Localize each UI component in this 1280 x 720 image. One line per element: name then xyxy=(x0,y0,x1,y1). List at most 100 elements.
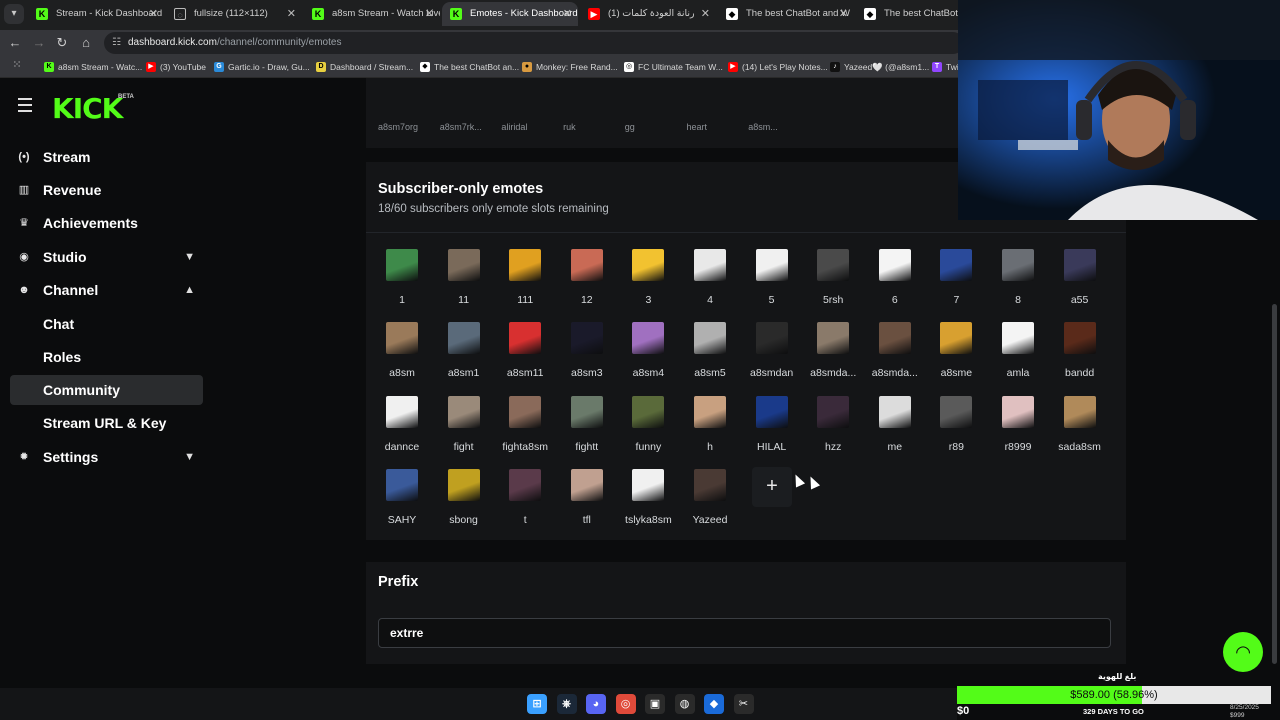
emote-item[interactable]: a8sm11 xyxy=(494,320,556,390)
browser-tab[interactable]: ◆ The best ChatBot and W ✕ xyxy=(718,2,854,26)
emote-item[interactable]: fight xyxy=(433,394,495,464)
emote-item[interactable]: sbong xyxy=(433,467,495,537)
emote-item[interactable]: tfl xyxy=(556,467,618,537)
emote-item[interactable]: fightt xyxy=(556,394,618,464)
emote-item[interactable]: 12 xyxy=(556,247,618,317)
close-tab-icon[interactable]: ✕ xyxy=(425,2,434,26)
support-chat-icon[interactable]: ◠ xyxy=(1223,632,1263,672)
kick-logo[interactable]: KICK xyxy=(52,92,123,125)
site-info-icon[interactable]: ☷ xyxy=(112,32,121,54)
sidebar-item-community[interactable]: Community xyxy=(10,375,203,405)
emote-item[interactable]: 11 xyxy=(433,247,495,317)
home-icon[interactable]: ⌂ xyxy=(77,34,95,52)
capture-icon[interactable]: ▣ xyxy=(645,694,665,714)
apps-grid-icon[interactable]: ⁙ xyxy=(8,56,26,74)
close-tab-icon[interactable]: ✕ xyxy=(701,2,710,26)
sidebar-item-revenue[interactable]: ▥ Revenue xyxy=(10,175,203,205)
discord-icon[interactable]: ◕ xyxy=(586,694,606,714)
close-tab-icon[interactable]: ✕ xyxy=(839,2,848,26)
page-scrollbar[interactable] xyxy=(1272,304,1277,664)
browser-tab[interactable]: ◌ fullsize (112×112) ✕ xyxy=(166,2,302,26)
emote-item[interactable]: me xyxy=(864,394,926,464)
bookmark-item[interactable]: ▶ (3) YouTube xyxy=(146,59,206,75)
emote-item[interactable]: r8999 xyxy=(987,394,1049,464)
emote-item[interactable]: a8smda... xyxy=(864,320,926,390)
emote-item[interactable]: a55 xyxy=(1049,247,1111,317)
back-icon[interactable]: ← xyxy=(6,34,24,52)
windows-icon[interactable]: ⊞ xyxy=(527,694,547,714)
emote-item[interactable]: 5 xyxy=(741,247,803,317)
emote-item[interactable]: r89 xyxy=(925,394,987,464)
bookmark-item[interactable]: ▶ (14) Let's Play Notes... xyxy=(728,59,828,75)
reload-icon[interactable]: ↻ xyxy=(53,34,71,52)
close-tab-icon[interactable]: ✕ xyxy=(287,2,296,26)
sidebar-item-studio[interactable]: ◉ Studio ▼ xyxy=(10,242,203,272)
emote-item[interactable]: 111 xyxy=(494,247,556,317)
emote-item[interactable]: amla xyxy=(987,320,1049,390)
emote-item[interactable]: a8sme xyxy=(925,320,987,390)
close-tab-icon[interactable]: ✕ xyxy=(563,2,572,26)
emote-item[interactable]: 6 xyxy=(864,247,926,317)
address-bar[interactable]: ☷ dashboard.kick.com/channel/community/e… xyxy=(104,32,964,54)
emote-item[interactable]: 7 xyxy=(925,247,987,317)
emote-item[interactable]: a8sm xyxy=(371,320,433,390)
browser-tab[interactable]: ◆ The best ChatBot and xyxy=(856,2,958,26)
sidebar-item-channel[interactable]: ☻ Channel ▲ xyxy=(10,275,203,305)
emote-item[interactable]: 1 xyxy=(371,247,433,317)
emote-item[interactable]: a8smda... xyxy=(802,320,864,390)
steam-icon[interactable]: ⎈ xyxy=(556,694,577,714)
sidebar-item-stream-url-key[interactable]: Stream URL & Key xyxy=(10,408,203,438)
emote-item[interactable]: a8sm1 xyxy=(433,320,495,390)
sidebar-item-stream[interactable]: (•) Stream xyxy=(10,142,203,172)
emote-item[interactable]: h xyxy=(679,394,741,464)
emote-item[interactable]: 4 xyxy=(679,247,741,317)
emote-item[interactable]: a8sm4 xyxy=(617,320,679,390)
emote-item[interactable]: 3 xyxy=(617,247,679,317)
browser-icon[interactable]: ◆ xyxy=(704,694,724,714)
sidebar-item-roles[interactable]: Roles xyxy=(10,342,203,372)
emote-item[interactable]: a8smdan xyxy=(741,320,803,390)
emote-item[interactable]: SAHY xyxy=(371,467,433,537)
chevron-down-icon[interactable]: ▼ xyxy=(184,242,195,272)
emote-item[interactable]: tslyka8sm xyxy=(617,467,679,537)
emote-item[interactable]: bandd xyxy=(1049,320,1111,390)
sidebar-item-settings[interactable]: ✹ Settings ▼ xyxy=(10,442,203,472)
menu-icon[interactable] xyxy=(18,98,34,112)
add-emote-button[interactable]: + xyxy=(752,467,792,507)
browser-tab[interactable]: ▶ (1) رنانة العودة كلمات ✕ xyxy=(580,2,716,26)
emote-item[interactable]: hzz xyxy=(802,394,864,464)
emote-item[interactable]: funny xyxy=(617,394,679,464)
bookmark-item[interactable]: T Twi xyxy=(932,59,959,75)
capcut-icon[interactable]: ✂ xyxy=(733,694,754,714)
emote-item[interactable]: sada8sm xyxy=(1049,394,1111,464)
browser-tab[interactable]: K Emotes - Kick Dashboard ✕ xyxy=(442,2,578,26)
bookmark-item[interactable]: ◆ The best ChatBot an... xyxy=(420,59,519,75)
bookmark-item[interactable]: G Gartic.io - Draw, Gu... xyxy=(214,59,310,75)
emote-item[interactable]: HILAL xyxy=(741,394,803,464)
emote-item[interactable]: fighta8sm xyxy=(494,394,556,464)
chrome-icon[interactable]: ◎ xyxy=(615,694,636,714)
sidebar-item-achievements[interactable]: ♛ Achievements xyxy=(10,208,203,238)
emote-item[interactable]: dannce xyxy=(371,394,433,464)
emote-item[interactable]: 8 xyxy=(987,247,1049,317)
browser-tab[interactable]: K Stream - Kick Dashboard ✕ xyxy=(28,2,164,26)
chevron-up-icon[interactable]: ▲ xyxy=(184,275,195,305)
tab-search-icon[interactable]: ▾ xyxy=(4,4,24,24)
emote-item[interactable]: a8sm3 xyxy=(556,320,618,390)
bookmark-item[interactable]: ◎ FC Ultimate Team W... xyxy=(624,59,723,75)
browser-tab[interactable]: Ka8sm Stream - Watch Live ✕ xyxy=(304,2,440,26)
bookmark-item[interactable]: D Dashboard / Stream... xyxy=(316,59,413,75)
emote-item[interactable]: Yazeed xyxy=(679,467,741,537)
emote-item[interactable]: t xyxy=(494,467,556,537)
prefix-input[interactable]: extrre xyxy=(378,618,1111,648)
emote-item[interactable]: a8sm5 xyxy=(679,320,741,390)
sidebar-item-chat[interactable]: Chat xyxy=(10,309,203,339)
close-tab-icon[interactable]: ✕ xyxy=(149,2,158,26)
bookmark-item[interactable]: Ka8sm Stream - Watc... xyxy=(44,59,142,75)
bookmark-item[interactable]: ● Monkey: Free Rand... xyxy=(522,59,618,75)
emote-item[interactable]: 5rsh xyxy=(802,247,864,317)
bookmark-item[interactable]: ♪ Yazeed🤍 (@a8sm1... xyxy=(830,59,929,75)
chevron-down-icon[interactable]: ▼ xyxy=(184,442,195,472)
obs-icon[interactable]: ◍ xyxy=(674,694,695,714)
forward-icon[interactable]: → xyxy=(30,34,48,52)
